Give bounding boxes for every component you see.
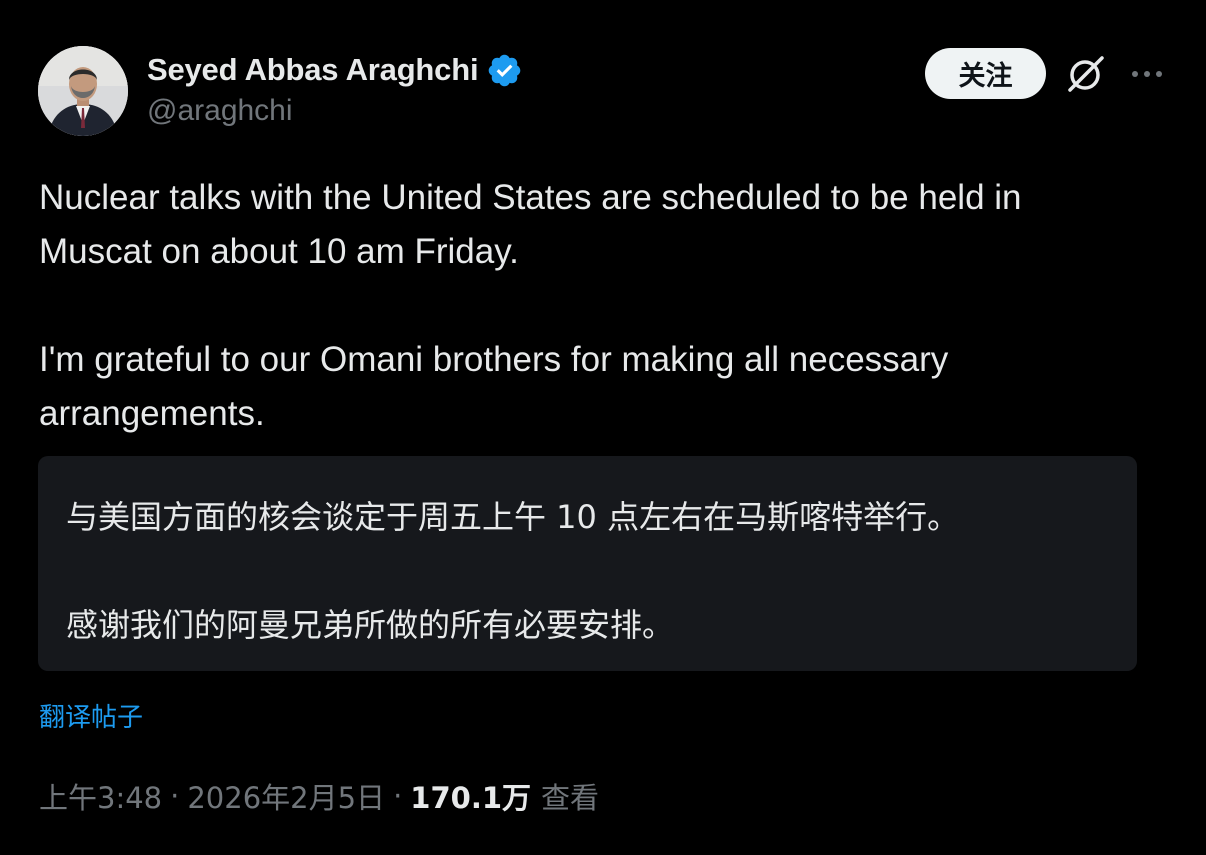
post-text: Nuclear talks with the United States are… bbox=[39, 171, 1169, 441]
post-text-line: I'm grateful to our Omani brothers for m… bbox=[39, 340, 949, 379]
translation-text-line: 与美国方面的核会谈定于周五上午 10 点左右在马斯喀特举行。 bbox=[66, 498, 960, 536]
post-date[interactable]: 2026年2月5日 bbox=[187, 775, 385, 817]
post-text-line: Muscat on about 10 am Friday. bbox=[39, 232, 519, 271]
views-count[interactable]: 170.1万 bbox=[410, 775, 531, 817]
author-name-row[interactable]: Seyed Abbas Araghchi bbox=[147, 50, 523, 90]
separator: · bbox=[170, 779, 180, 813]
author-display-name[interactable]: Seyed Abbas Araghchi bbox=[147, 52, 479, 88]
translation-box: 与美国方面的核会谈定于周五上午 10 点左右在马斯喀特举行。 感谢我们的阿曼兄弟… bbox=[38, 456, 1137, 671]
post-metadata: 上午3:48 · 2026年2月5日 · 170.1万 查看 bbox=[39, 775, 599, 817]
post-time[interactable]: 上午3:48 bbox=[39, 775, 162, 817]
post-text-line: arrangements. bbox=[39, 394, 265, 433]
follow-button[interactable]: 关注 bbox=[925, 48, 1046, 99]
views-label[interactable]: 查看 bbox=[541, 775, 599, 817]
author-handle[interactable]: @araghchi bbox=[147, 94, 293, 128]
translate-post-link[interactable]: 翻译帖子 bbox=[39, 697, 143, 734]
post-text-line: Nuclear talks with the United States are… bbox=[39, 178, 1022, 217]
more-horizontal-icon[interactable] bbox=[1128, 60, 1166, 88]
avatar-image bbox=[38, 46, 128, 136]
separator: · bbox=[393, 779, 403, 813]
avatar[interactable] bbox=[38, 46, 128, 136]
translation-text-line: 感谢我们的阿曼兄弟所做的所有必要安排。 bbox=[66, 606, 675, 644]
grok-icon[interactable] bbox=[1064, 52, 1108, 96]
verified-badge-icon[interactable] bbox=[486, 52, 523, 89]
